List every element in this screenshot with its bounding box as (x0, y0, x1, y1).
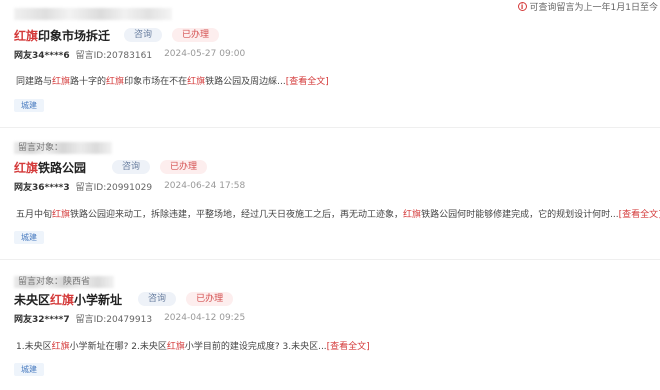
content-highlight: 红旗 (187, 77, 206, 87)
content-text: 小学新址在哪? 2.未央区 (69, 342, 167, 352)
status-tag: 已办理 (186, 292, 234, 306)
message-id: 留言ID:20783161 (75, 50, 153, 61)
title-text: 小学新址 (74, 292, 123, 307)
status-tag: 已办理 (160, 160, 208, 174)
title-highlight: 红旗 (50, 292, 75, 307)
content-highlight: 红旗 (403, 210, 422, 220)
content-highlight: 红旗 (52, 210, 71, 220)
category-tag[interactable]: 城建 (14, 363, 44, 376)
view-full-link[interactable]: [查看全文] (286, 77, 329, 87)
content-highlight: 红旗 (52, 77, 71, 87)
user-name: 网友32****7 (14, 314, 70, 325)
divider (0, 259, 660, 260)
user-name: 网友36****3 (14, 182, 70, 193)
view-full-link[interactable]: [查看全文] (327, 342, 370, 352)
query-notice: i 可查询留言为上一年1月1日至今 (517, 0, 658, 13)
type-tag: 咨询 (138, 292, 177, 306)
content-text: 1.未央区 (16, 342, 52, 352)
card-meta: 网友36****3 留言ID:20991029 2024-06-24 17:58 (14, 180, 246, 193)
recipient-prefix: 留言对象： (18, 143, 64, 153)
title-highlight: 红旗 (14, 28, 39, 43)
title-text: 铁路公园 (38, 160, 87, 175)
message-content: 同建路与红旗路十字的红旗印象市场在不在红旗铁路公园及周边綵...[查看全文] (16, 74, 329, 87)
type-tag: 咨询 (112, 160, 151, 174)
content-highlight: 红旗 (166, 342, 185, 352)
card-meta: 网友32****7 留言ID:20479913 2024-04-12 09:25 (14, 312, 246, 325)
message-content: 1.未央区红旗小学新址在哪? 2.未央区红旗小学目前的建设完成度? 3.未央区.… (16, 339, 370, 352)
title-text: 未央区 (14, 292, 51, 307)
user-name: 网友34****6 (14, 50, 70, 61)
message-date: 2024-06-24 17:58 (164, 181, 246, 191)
content-text: 印象市场在不在 (124, 77, 188, 87)
content-highlight: 红旗 (51, 342, 70, 352)
content-text: 小学目前的建设完成度? 3.未央区... (184, 342, 327, 352)
content-text: 铁路公园迎来动工，拆除违建，平整场地，经过几天日夜施工之后，再无动工迹象， (70, 210, 404, 220)
title-highlight: 红旗 (14, 160, 39, 175)
content-text: 铁路公园何时能够修建完成，它的规划设计何时... (421, 210, 619, 220)
category-tag[interactable]: 城建 (14, 231, 44, 244)
card-title-row: 红旗铁路公园 咨询 已办理 (14, 158, 208, 176)
divider (0, 127, 660, 128)
content-text: 五月中旬 (16, 210, 53, 220)
message-content: 五月中旬红旗铁路公园迎来动工，拆除违建，平整场地，经过几天日夜施工之后，再无动工… (16, 207, 660, 220)
content-text: 铁路公园及周边綵... (205, 77, 286, 87)
content-highlight: 红旗 (106, 77, 125, 87)
card-meta: 网友34****6 留言ID:20783161 2024-05-27 09:00 (14, 48, 246, 61)
view-full-link[interactable]: [查看全文] (619, 210, 660, 220)
recipient-prefix: 留言对象：陕西省 (18, 277, 91, 287)
card-title-row: 红旗印象市场拆迁 咨询 已办理 (14, 26, 220, 44)
message-date: 2024-04-12 09:25 (164, 313, 246, 323)
title-text: 印象市场拆迁 (38, 28, 111, 43)
message-card[interactable]: 留言对象：陕西省 未央区红旗小学新址 咨询 已办理 网友32****7 留言ID… (14, 272, 646, 384)
message-id: 留言ID:20991029 (75, 182, 153, 193)
card-title[interactable]: 红旗印象市场拆迁 (14, 27, 110, 44)
info-circle-icon: i (517, 1, 527, 11)
message-id: 留言ID:20479913 (75, 314, 153, 325)
message-card[interactable]: 留言对象： 红旗铁路公园 咨询 已办理 网友36****3 留言ID:20991… (14, 140, 660, 252)
status-tag: 已办理 (172, 28, 220, 42)
message-card[interactable]: 红旗印象市场拆迁 咨询 已办理 网友34****6 留言ID:20783161 … (14, 24, 646, 124)
query-notice-text: 可查询留言为上一年1月1日至今 (529, 2, 658, 13)
type-tag: 咨询 (124, 28, 163, 42)
card-title[interactable]: 未央区红旗小学新址 (14, 291, 122, 308)
message-date: 2024-05-27 09:00 (164, 49, 246, 59)
category-tag[interactable]: 城建 (14, 99, 44, 112)
card-title-row: 未央区红旗小学新址 咨询 已办理 (14, 290, 234, 308)
blurred-text (14, 8, 172, 20)
content-text: 同建路与 (16, 77, 53, 87)
card-title[interactable]: 红旗铁路公园 (14, 159, 86, 176)
content-text: 路十字的 (70, 77, 107, 87)
